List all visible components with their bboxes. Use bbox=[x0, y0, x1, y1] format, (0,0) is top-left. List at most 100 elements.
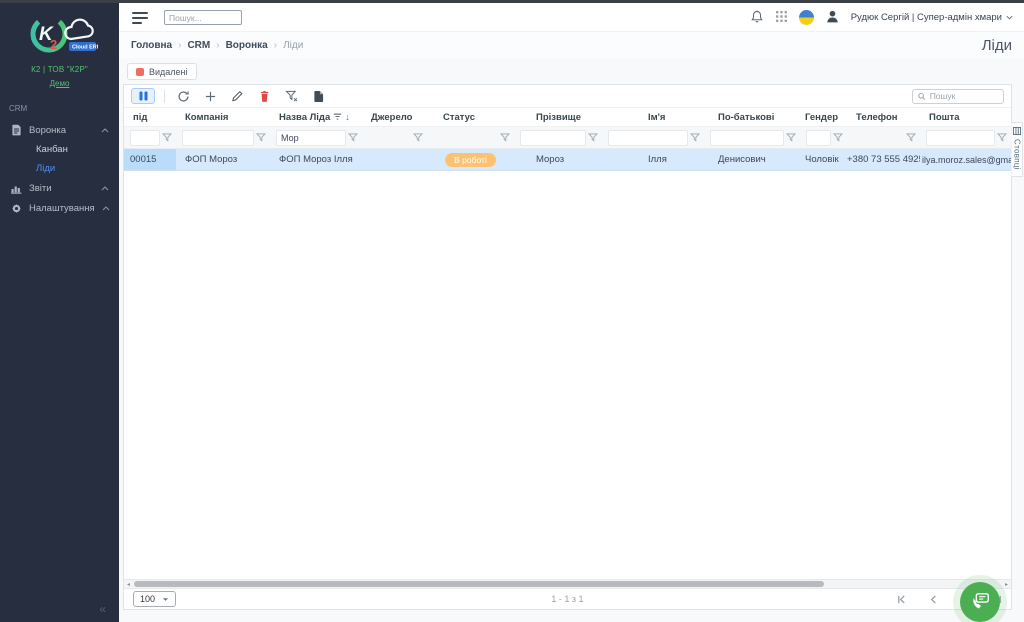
sidebar-item-leads[interactable]: Ліди bbox=[0, 159, 119, 178]
gear-icon bbox=[10, 203, 22, 214]
chevron-up-icon bbox=[102, 206, 110, 211]
col-header-company[interactable]: Компанія bbox=[176, 112, 270, 123]
cell-firstname: Ілля bbox=[602, 154, 704, 165]
breadcrumb-row: Головна › CRM › Воронка › Ліди Ліди bbox=[119, 31, 1024, 58]
funnel-icon[interactable] bbox=[784, 133, 798, 142]
cell-surname: Мороз bbox=[514, 154, 602, 165]
filter-input-gender[interactable] bbox=[806, 130, 831, 146]
col-header-lead-name[interactable]: Назва Ліда ↓ bbox=[270, 112, 362, 123]
table-empty-space bbox=[124, 171, 1011, 579]
prev-page-button[interactable] bbox=[929, 595, 938, 604]
first-page-button[interactable] bbox=[897, 595, 906, 604]
page-size-value: 100 bbox=[140, 594, 155, 604]
sidebar-item-label: Звіти bbox=[29, 183, 52, 194]
col-header-source[interactable]: Джерело bbox=[362, 112, 427, 123]
bar-chart-icon bbox=[10, 183, 22, 194]
funnel-icon[interactable] bbox=[688, 133, 702, 142]
funnel-icon[interactable] bbox=[995, 133, 1009, 142]
page-size-select[interactable]: 100 bbox=[133, 591, 176, 607]
sidebar-item-settings[interactable]: Налаштування bbox=[0, 198, 119, 218]
refresh-button[interactable] bbox=[174, 88, 192, 104]
columns-icon bbox=[1013, 127, 1021, 135]
sidebar-item-label: Воронка bbox=[29, 125, 66, 136]
col-header-patronymic[interactable]: По-батькові bbox=[704, 112, 800, 123]
col-header-surname[interactable]: Прізвище bbox=[514, 112, 602, 123]
search-icon bbox=[918, 92, 926, 101]
flag-ukraine-icon[interactable] bbox=[799, 10, 814, 25]
bell-icon[interactable] bbox=[750, 9, 764, 27]
scrollbar-thumb[interactable] bbox=[134, 581, 824, 587]
filter-cell-lead-name bbox=[270, 127, 362, 148]
filter-cell-phone bbox=[847, 127, 920, 148]
user-menu[interactable]: Рудюк Сергій | Супер-адмін хмари bbox=[851, 12, 1013, 23]
export-file-button[interactable] bbox=[309, 88, 327, 104]
filter-active-icon bbox=[333, 113, 342, 121]
filter-input-company[interactable] bbox=[182, 130, 254, 146]
scroll-left-icon[interactable]: ◂ bbox=[124, 580, 133, 588]
col-header-id[interactable]: під bbox=[124, 112, 176, 123]
user-avatar-icon[interactable] bbox=[825, 9, 840, 27]
global-search-input[interactable] bbox=[164, 10, 242, 25]
col-header-firstname[interactable]: Ім'я bbox=[602, 112, 704, 123]
table-toolbar bbox=[124, 85, 1011, 107]
sidebar-item-funnel[interactable]: Воронка bbox=[0, 120, 119, 140]
chevron-down-icon bbox=[1006, 15, 1013, 20]
sidebar-item-reports[interactable]: Звіти bbox=[0, 178, 119, 198]
col-header-gender[interactable]: Гендер bbox=[800, 112, 847, 123]
deleted-square-icon bbox=[136, 68, 144, 76]
table-search-input[interactable] bbox=[930, 91, 998, 101]
svg-text:Cloud ERP: Cloud ERP bbox=[72, 45, 98, 51]
svg-text:2: 2 bbox=[50, 37, 57, 52]
columns-panel-label: Стовпці bbox=[1013, 139, 1022, 170]
pagination-range-label: 1 - 1 з 1 bbox=[551, 594, 583, 604]
delete-button[interactable] bbox=[255, 88, 273, 104]
sidebar-item-kanban[interactable]: Канбан bbox=[0, 140, 119, 159]
callback-widget-button[interactable] bbox=[960, 582, 1000, 622]
sidebar-collapse-button[interactable]: « bbox=[99, 602, 106, 616]
col-header-status[interactable]: Статус bbox=[427, 112, 514, 123]
horizontal-scrollbar[interactable]: ◂ ▸ bbox=[124, 579, 1011, 588]
funnel-icon[interactable] bbox=[411, 133, 425, 142]
funnel-icon[interactable] bbox=[586, 133, 600, 142]
logo[interactable]: K 2 Cloud ERP bbox=[0, 0, 119, 61]
filter-input-email[interactable] bbox=[926, 130, 995, 146]
funnel-icon[interactable] bbox=[346, 133, 360, 142]
cell-email: ilya.moroz.sales@gmail.com bbox=[920, 155, 1011, 165]
show-deleted-button[interactable]: Видалені bbox=[127, 63, 197, 80]
funnel-icon[interactable] bbox=[904, 133, 918, 142]
funnel-icon[interactable] bbox=[498, 133, 512, 142]
main-area: Рудюк Сергій | Супер-адмін хмари Головна… bbox=[119, 0, 1024, 622]
k2-cloud-erp-logo-icon: K 2 Cloud ERP bbox=[22, 9, 98, 61]
table-search-box[interactable] bbox=[912, 89, 1004, 104]
filter-input-firstname[interactable] bbox=[608, 130, 688, 146]
columns-panel-tab[interactable]: Стовпці bbox=[1011, 122, 1023, 177]
scroll-right-icon[interactable]: ▸ bbox=[1002, 580, 1011, 588]
filter-input-surname[interactable] bbox=[520, 130, 586, 146]
breadcrumb-home[interactable]: Головна bbox=[131, 40, 172, 51]
table-row[interactable]: 00015 ФОП Мороз ФОП Мороз Ілля В роботі … bbox=[124, 149, 1011, 171]
filter-input-id[interactable] bbox=[130, 130, 160, 146]
sidebar-section-crm: CRM bbox=[9, 104, 119, 113]
top-strip bbox=[0, 0, 1024, 3]
apps-grid-icon[interactable] bbox=[775, 10, 788, 26]
filter-cell-patronymic bbox=[704, 127, 800, 148]
hamburger-menu-icon[interactable] bbox=[132, 12, 149, 24]
edit-button[interactable] bbox=[228, 88, 246, 104]
sidebar-item-label: Ліди bbox=[36, 163, 55, 174]
add-button[interactable] bbox=[201, 88, 219, 104]
breadcrumb: Головна › CRM › Воронка › Ліди bbox=[131, 40, 303, 51]
columns-toggle-button[interactable] bbox=[131, 88, 155, 104]
col-header-phone[interactable]: Телефон bbox=[847, 112, 920, 123]
funnel-icon[interactable] bbox=[160, 133, 174, 142]
filter-input-patronymic[interactable] bbox=[710, 130, 784, 146]
env-link[interactable]: Демо bbox=[0, 79, 119, 88]
clear-filters-icon[interactable] bbox=[282, 88, 300, 104]
funnel-icon[interactable] bbox=[254, 133, 268, 142]
funnel-icon[interactable] bbox=[831, 133, 845, 142]
filter-input-lead-name[interactable] bbox=[276, 130, 346, 146]
breadcrumb-crm[interactable]: CRM bbox=[187, 40, 210, 51]
sort-desc-icon[interactable]: ↓ bbox=[345, 112, 350, 122]
breadcrumb-funnel[interactable]: Воронка bbox=[226, 40, 268, 51]
filter-cell-status bbox=[427, 127, 514, 148]
col-header-email[interactable]: Пошта bbox=[920, 112, 1011, 123]
